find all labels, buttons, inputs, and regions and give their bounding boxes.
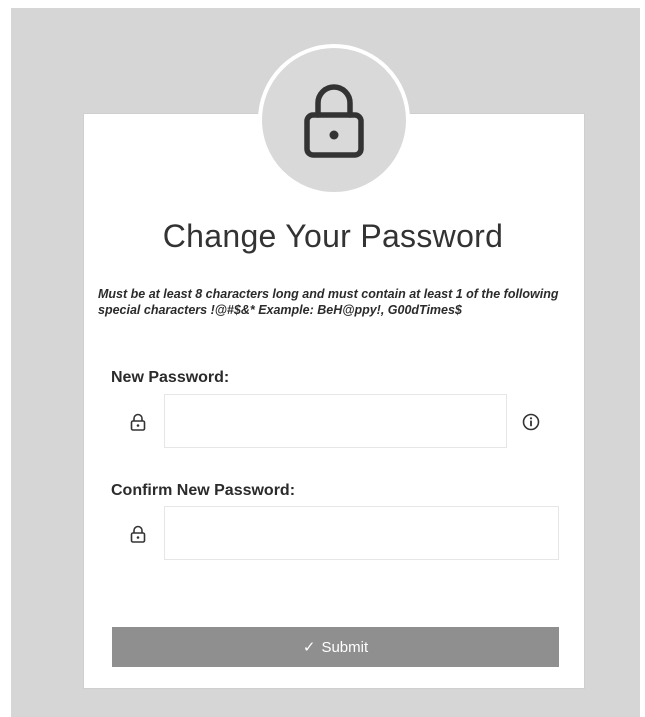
lock-icon: [130, 525, 146, 543]
checkmark-icon: ✓: [302, 639, 316, 656]
password-requirements-text: Must be at least 8 characters long and m…: [98, 287, 559, 317]
submit-label: Submit: [321, 638, 369, 656]
submit-button[interactable]: ✓ Submit: [112, 627, 559, 667]
new-password-row: [111, 394, 566, 450]
confirm-password-row: [111, 506, 566, 562]
new-password-label: New Password:: [111, 369, 230, 386]
lock-icon: [304, 84, 364, 158]
confirm-password-label: Confirm New Password:: [111, 482, 296, 499]
header-lock-badge: [258, 44, 410, 196]
new-password-input[interactable]: [164, 394, 507, 448]
confirm-password-input[interactable]: [164, 506, 559, 560]
lock-icon: [130, 413, 146, 431]
page-title: Change Your Password: [162, 218, 504, 254]
info-icon[interactable]: [521, 412, 541, 432]
